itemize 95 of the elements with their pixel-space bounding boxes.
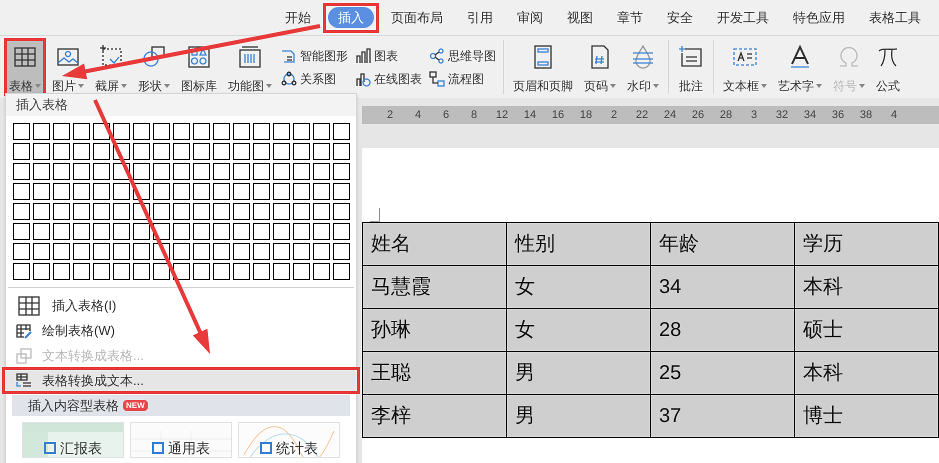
table-cell: 年龄 xyxy=(650,222,794,266)
table-cell: 王聪 xyxy=(362,352,506,394)
ribbon-tab[interactable]: 特色应用 xyxy=(786,7,852,28)
online-chart-icon xyxy=(355,70,371,86)
toolbar-button[interactable]: 页码 xyxy=(580,39,620,95)
toolbar-button[interactable]: 关系图 xyxy=(281,70,348,86)
ribbon-tab[interactable]: 开发工具 xyxy=(710,7,776,28)
ruler-number: 24 xyxy=(662,110,678,120)
relation-icon xyxy=(281,70,297,86)
toolbar-button[interactable]: 图标库 xyxy=(177,39,221,95)
ruler-number: 28 xyxy=(718,110,734,120)
toolbar-button[interactable]: 功能图 xyxy=(224,39,276,95)
ribbon-tab[interactable]: 引用 xyxy=(460,7,500,28)
table-cell: 博士 xyxy=(794,394,938,438)
toolbar-button[interactable]: 公式 xyxy=(872,39,904,95)
ribbon-tab[interactable]: 安全 xyxy=(660,7,700,28)
table-cell: 马慧霞 xyxy=(362,266,506,308)
table-cell: 25 xyxy=(650,352,794,394)
table-cell: 男 xyxy=(506,394,650,438)
ruler-number: 4 xyxy=(414,110,422,120)
flowchart-icon xyxy=(429,70,445,86)
toolbar-button[interactable]: 在线图表 xyxy=(355,70,422,86)
barcode-icon xyxy=(237,44,263,70)
table-cell: 28 xyxy=(650,308,794,352)
toolbar-button[interactable]: 图表 xyxy=(355,48,422,64)
smart-art-icon xyxy=(281,48,297,64)
ruler-number: 22 xyxy=(634,110,650,120)
menu-item[interactable]: 绘制表格(W) xyxy=(6,318,356,343)
template-card[interactable]: 统计表 xyxy=(238,422,340,458)
ruler-number: 6 xyxy=(442,110,450,120)
ruler-number: 4 xyxy=(890,110,898,120)
table-cell: 女 xyxy=(506,308,650,352)
ruler-number: 16 xyxy=(550,110,566,120)
ruler-number: 38 xyxy=(858,110,874,120)
table-cell: 孙琳 xyxy=(362,308,506,352)
table-cell: 性别 xyxy=(506,222,650,266)
draw-table-icon xyxy=(16,322,32,338)
toolbar-button[interactable]: 图片 xyxy=(48,39,88,95)
ruler-number: 3 xyxy=(750,110,758,120)
toolbar-button[interactable]: 页眉和页脚 xyxy=(509,39,577,95)
toolbar-button[interactable]: 流程图 xyxy=(429,70,496,86)
ribbon-tab[interactable]: 视图 xyxy=(560,7,600,28)
icon-library-icon xyxy=(186,44,212,70)
convert-icon xyxy=(16,372,32,388)
ribbon-tab[interactable]: 表格工具 xyxy=(862,7,928,28)
convert-icon xyxy=(16,348,32,364)
table-cell: 硕士 xyxy=(794,308,938,352)
ruler-number: 8 xyxy=(470,110,478,120)
template-label: 通用表 xyxy=(168,441,210,455)
menu-item[interactable]: 插入表格(I) xyxy=(6,293,356,318)
ruler-number: 18 xyxy=(578,110,594,120)
template-icon xyxy=(44,442,56,454)
ribbon-tab[interactable]: 页面布局 xyxy=(384,7,450,28)
menu-header: 插入表格 xyxy=(6,94,356,116)
droplet-icon xyxy=(630,44,656,70)
toolbar-button[interactable]: 文本框 xyxy=(719,39,771,95)
menu-item[interactable]: 表格转换成文本... xyxy=(3,368,359,393)
new-badge: NEW xyxy=(123,400,148,411)
ruler-number: 2 xyxy=(610,110,618,120)
ruler-number: 12 xyxy=(494,110,510,120)
ruler-number: 36 xyxy=(830,110,846,120)
template-icon xyxy=(152,442,164,454)
template-card[interactable]: 汇报表 xyxy=(22,422,124,458)
mind-map-icon xyxy=(429,48,445,64)
table-cell: 学历 xyxy=(794,222,938,266)
ribbon-tab[interactable]: 审阅 xyxy=(510,7,550,28)
table-cell: 男 xyxy=(506,352,650,394)
table-cell: 34 xyxy=(650,266,794,308)
toolbar-button[interactable]: 智能图形 xyxy=(281,48,348,64)
template-icon xyxy=(260,442,272,454)
ruler-number: 34 xyxy=(802,110,818,120)
ruler-number: 26 xyxy=(690,110,706,120)
toolbar-button[interactable]: 艺术字 xyxy=(774,39,826,95)
table-cell: 本科 xyxy=(794,352,938,394)
section-title: 插入内容型表格 xyxy=(28,396,119,415)
table-cell: 姓名 xyxy=(362,222,506,266)
table-cell: 女 xyxy=(506,266,650,308)
template-label: 汇报表 xyxy=(60,441,102,455)
ribbon-tab[interactable]: 开始 xyxy=(278,7,318,28)
ruler-number: 2 xyxy=(386,110,394,120)
toolbar-button[interactable]: 水印 xyxy=(623,39,663,95)
ribbon-tab[interactable]: 章节 xyxy=(610,7,650,28)
toolbar-button[interactable]: 截屏 xyxy=(91,39,131,95)
template-card[interactable]: 通用表 xyxy=(130,422,232,458)
toolbar-button[interactable]: 表格 xyxy=(5,39,45,95)
ruler-number: 32 xyxy=(774,110,790,120)
toolbar-button[interactable]: 批注 xyxy=(674,39,708,95)
table-cell: 37 xyxy=(650,394,794,438)
template-label: 统计表 xyxy=(276,441,318,455)
toolbar-button[interactable]: 思维导图 xyxy=(429,48,496,64)
corner-mark xyxy=(370,208,380,222)
bar-chart-icon xyxy=(355,48,371,64)
ruler-number: 14 xyxy=(522,110,538,120)
table-cell: 李梓 xyxy=(362,394,506,438)
table-cell: 本科 xyxy=(794,266,938,308)
